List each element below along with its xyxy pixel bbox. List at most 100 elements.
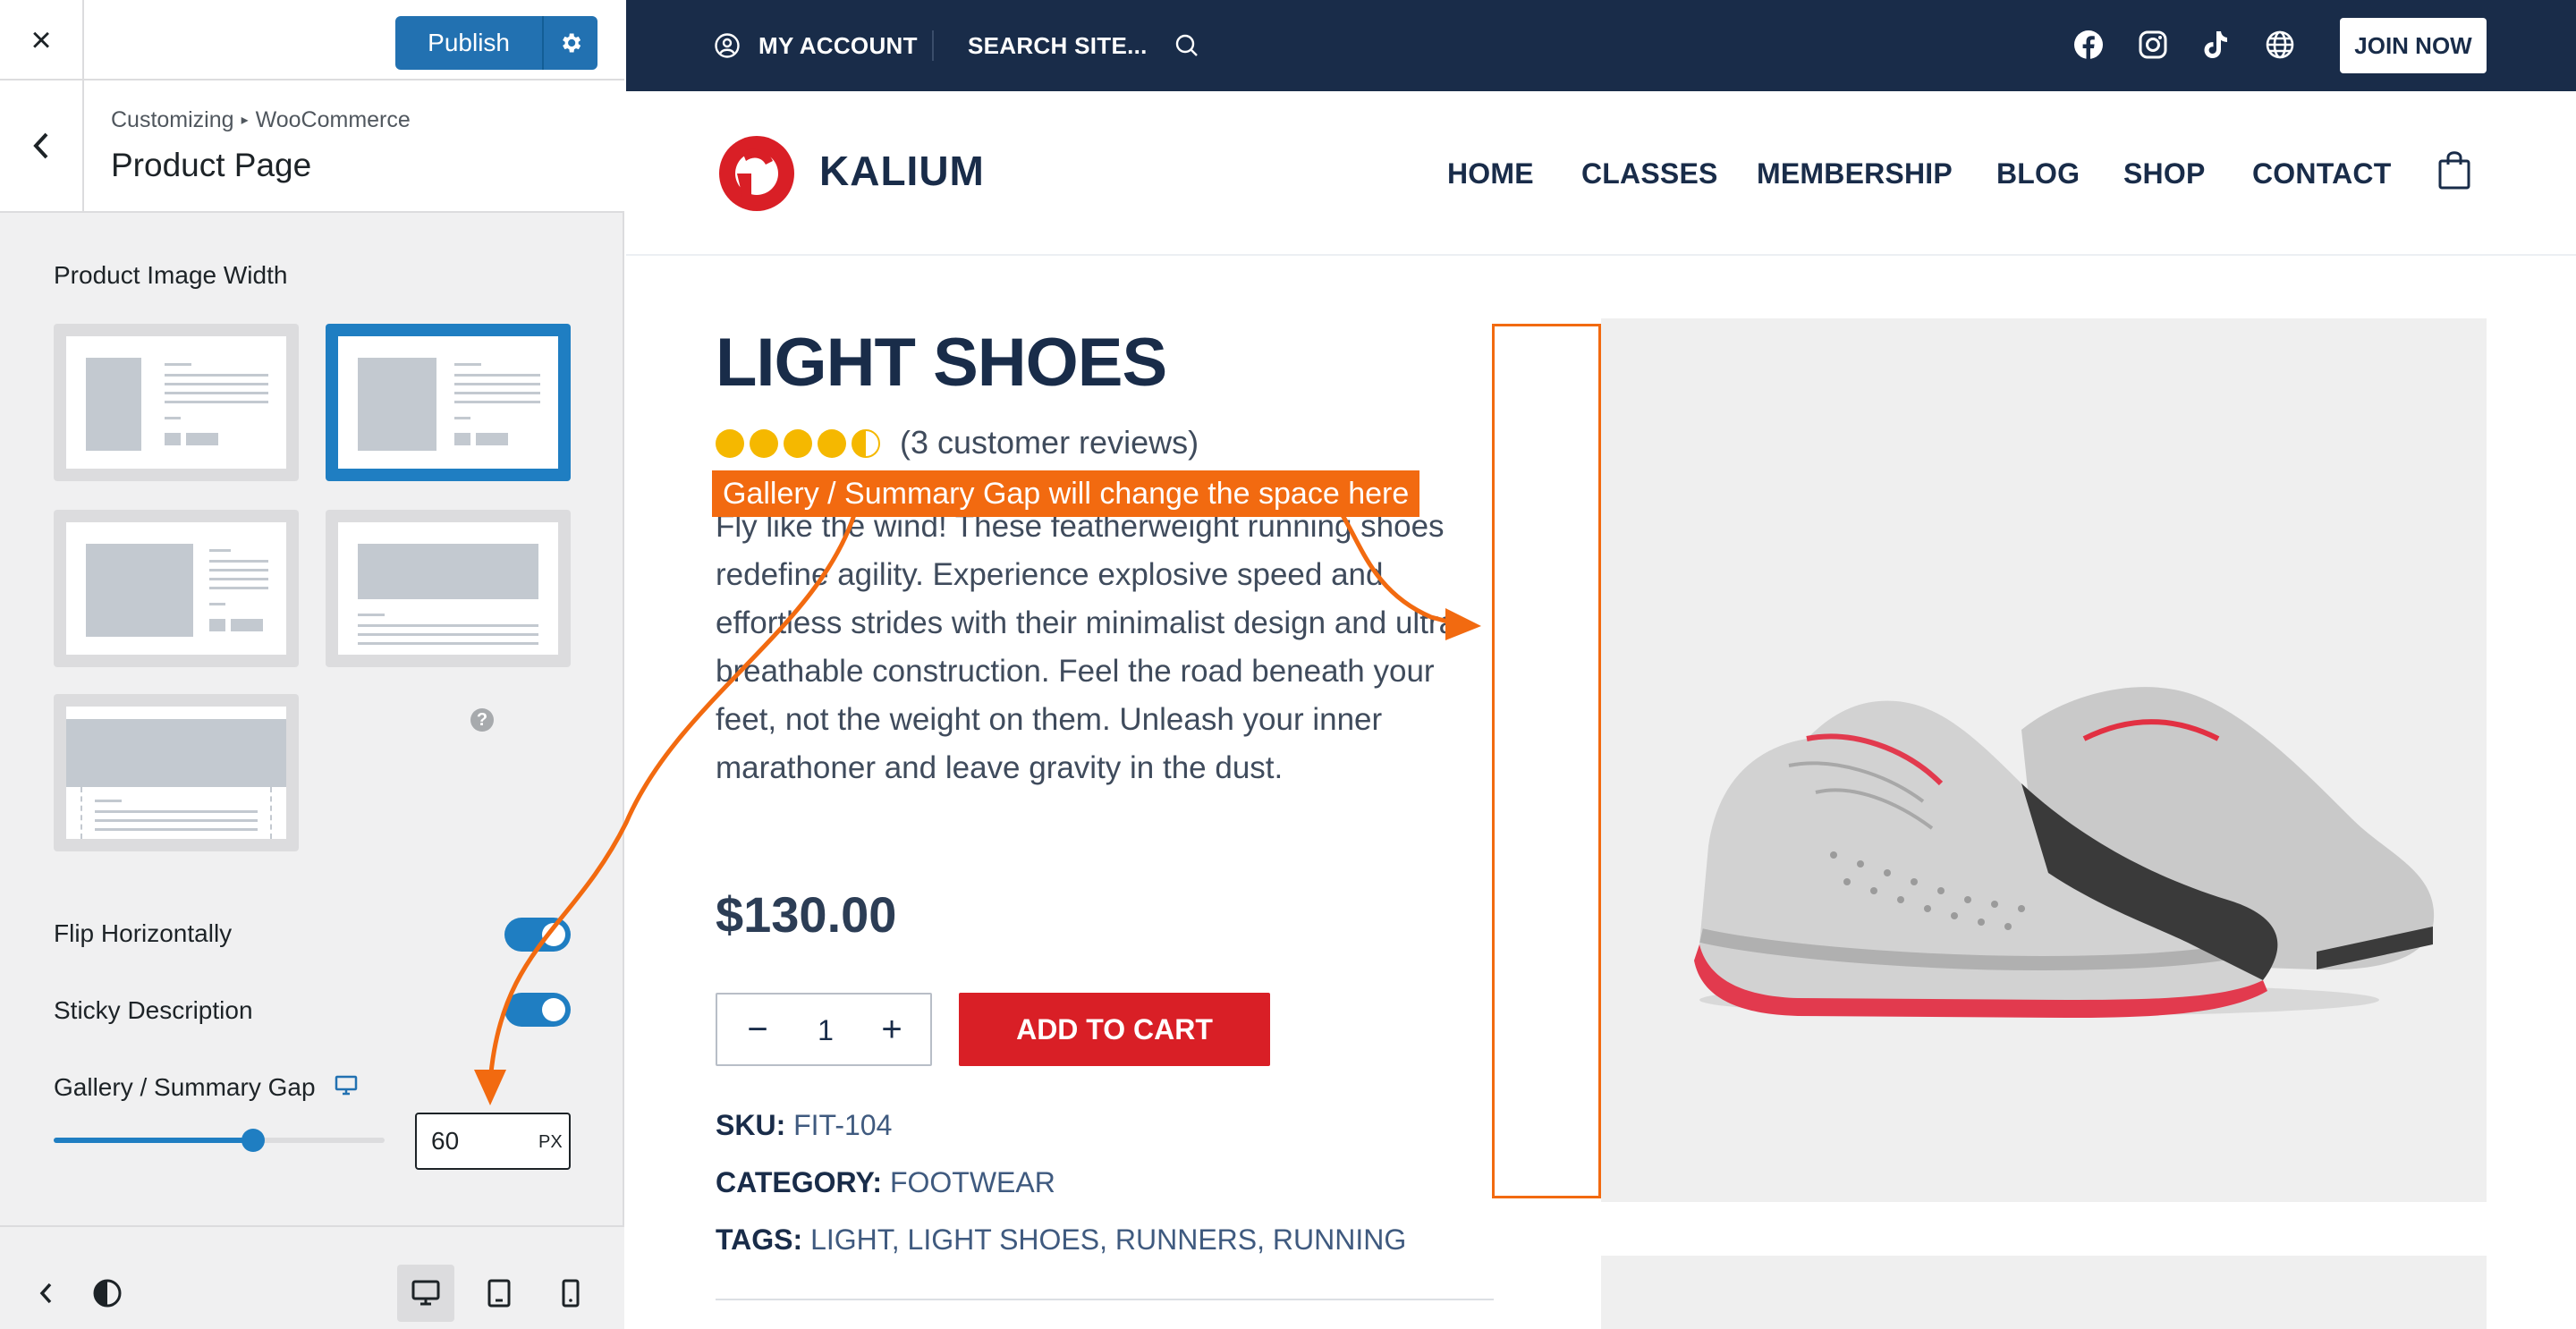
chevron-left-icon bbox=[33, 132, 48, 159]
star-icon bbox=[818, 429, 846, 458]
layout-option-2[interactable] bbox=[326, 324, 571, 481]
gap-slider-track[interactable] bbox=[54, 1138, 385, 1143]
join-now-button[interactable]: JOIN NOW bbox=[2340, 18, 2487, 73]
quantity-input[interactable]: 1 bbox=[789, 1014, 862, 1047]
top-bar: MY ACCOUNT SEARCH SITE... JOIN NOW bbox=[626, 0, 2576, 91]
running-shoe-image bbox=[1694, 687, 2435, 1018]
layout-preview bbox=[66, 336, 286, 469]
quantity-decrease-button[interactable]: − bbox=[735, 1007, 780, 1052]
site-header: KALIUM HOME CLASSES MEMBERSHIP BLOG SHOP… bbox=[626, 91, 2576, 256]
product-gallery-image[interactable] bbox=[1601, 318, 2487, 1202]
chevron-left-icon bbox=[39, 1282, 52, 1304]
tags-links[interactable]: LIGHT, LIGHT SHOES, RUNNERS, RUNNING bbox=[810, 1223, 1406, 1256]
breadcrumb: Customizing ▸ WooCommerce bbox=[111, 107, 411, 133]
star-icon bbox=[716, 429, 744, 458]
customizer-footer bbox=[0, 1225, 624, 1329]
category-link[interactable]: FOOTWEAR bbox=[890, 1166, 1055, 1198]
flip-horizontally-label: Flip Horizontally bbox=[54, 919, 233, 947]
site-logo-text[interactable]: KALIUM bbox=[819, 147, 985, 195]
category-label: CATEGORY: bbox=[716, 1166, 883, 1198]
tiktok-icon[interactable] bbox=[2202, 30, 2229, 60]
tags-row: TAGS: LIGHT, LIGHT SHOES, RUNNERS, RUNNI… bbox=[716, 1223, 1406, 1257]
half-star-icon bbox=[852, 429, 880, 458]
gap-unit-label: PX bbox=[538, 1132, 563, 1152]
product-gallery-thumbnail[interactable] bbox=[1601, 1256, 2487, 1329]
search-icon[interactable] bbox=[1174, 32, 1200, 59]
quantity-stepper: − 1 + bbox=[716, 993, 932, 1066]
nav-shop[interactable]: SHOP bbox=[2123, 157, 2206, 190]
topbar-divider bbox=[932, 30, 934, 61]
preview-desktop-button[interactable] bbox=[397, 1265, 454, 1322]
gap-slider-thumb[interactable] bbox=[242, 1129, 265, 1152]
gallery-summary-gap-label: Gallery / Summary Gap bbox=[54, 1073, 316, 1101]
my-account-link[interactable]: MY ACCOUNT bbox=[758, 32, 918, 60]
layout-preview bbox=[66, 522, 286, 655]
customizer-panel: × Publish Customizing ▸ WooCommerce Produc… bbox=[0, 0, 624, 1329]
contrast-icon bbox=[93, 1279, 122, 1308]
breadcrumb-separator: ▸ bbox=[241, 113, 249, 128]
globe-icon[interactable] bbox=[2265, 30, 2295, 60]
preview-mobile-button[interactable] bbox=[542, 1265, 599, 1322]
product-description: Fly like the wind! These featherweight r… bbox=[716, 509, 1467, 785]
reviews-link[interactable]: (3 customer reviews) bbox=[900, 424, 1199, 461]
preview-tablet-button[interactable] bbox=[470, 1265, 528, 1322]
sku-label: SKU: bbox=[716, 1109, 786, 1141]
help-icon[interactable]: ? bbox=[470, 708, 494, 732]
publish-button[interactable]: Publish bbox=[395, 16, 542, 70]
quantity-increase-button[interactable]: + bbox=[869, 1007, 914, 1052]
gap-highlight-box bbox=[1492, 324, 1601, 1198]
star-icon bbox=[750, 429, 778, 458]
layout-option-1[interactable] bbox=[54, 324, 299, 481]
layout-preview bbox=[338, 336, 558, 469]
sku-value: FIT-104 bbox=[793, 1109, 893, 1141]
panel-title: Product Page bbox=[111, 147, 312, 183]
desktop-responsive-icon[interactable] bbox=[335, 1075, 358, 1096]
category-row: CATEGORY: FOOTWEAR bbox=[716, 1166, 1055, 1199]
tags-label: TAGS: bbox=[716, 1223, 803, 1256]
add-to-cart-button[interactable]: ADD TO CART bbox=[959, 993, 1270, 1066]
sku-row: SKU: FIT-104 bbox=[716, 1109, 892, 1142]
customizer-header: × Publish bbox=[0, 0, 624, 80]
star-rating bbox=[716, 429, 880, 458]
back-button[interactable] bbox=[0, 80, 84, 211]
divider bbox=[716, 1299, 1494, 1300]
nav-blog[interactable]: BLOG bbox=[1996, 157, 2080, 190]
nav-contact[interactable]: CONTACT bbox=[2252, 157, 2391, 190]
mobile-icon bbox=[562, 1279, 580, 1308]
toggle-knob bbox=[542, 923, 565, 946]
nav-classes[interactable]: CLASSES bbox=[1581, 157, 1718, 190]
close-customizer-button[interactable]: × bbox=[0, 0, 84, 80]
layout-preview bbox=[66, 707, 286, 839]
product-title: LIGHT SHOES bbox=[716, 325, 1167, 401]
section-header: Customizing ▸ WooCommerce Product Page bbox=[0, 80, 624, 213]
gap-slider-fill bbox=[54, 1138, 252, 1143]
desktop-icon bbox=[411, 1280, 440, 1306]
layout-preview bbox=[338, 522, 558, 655]
user-circle-icon bbox=[715, 33, 740, 58]
layout-option-3[interactable] bbox=[54, 510, 299, 667]
panel-controls: Product Image Width Flip Horizontally ? … bbox=[0, 215, 624, 1225]
star-icon bbox=[784, 429, 812, 458]
breadcrumb-root: Customizing bbox=[111, 107, 234, 132]
facebook-icon[interactable] bbox=[2073, 30, 2104, 60]
annotation-callout: Gallery / Summary Gap will change the sp… bbox=[712, 470, 1420, 517]
close-icon: × bbox=[30, 20, 52, 60]
publish-group: Publish bbox=[395, 16, 597, 70]
nav-home[interactable]: HOME bbox=[1447, 157, 1534, 190]
flip-horizontally-toggle[interactable] bbox=[504, 918, 571, 952]
layout-option-5[interactable] bbox=[54, 694, 299, 851]
sticky-description-toggle[interactable] bbox=[504, 993, 571, 1027]
collapse-sidebar-button[interactable] bbox=[18, 1265, 75, 1322]
shopping-bag-icon[interactable] bbox=[2436, 148, 2472, 191]
contrast-toggle-button[interactable] bbox=[79, 1265, 136, 1322]
layout-option-4[interactable] bbox=[326, 510, 571, 667]
logo-icon[interactable] bbox=[716, 134, 798, 213]
tablet-icon bbox=[487, 1279, 511, 1308]
publish-settings-button[interactable] bbox=[542, 16, 597, 70]
product-image-width-label: Product Image Width bbox=[54, 261, 288, 289]
instagram-icon[interactable] bbox=[2138, 30, 2168, 60]
breadcrumb-section: WooCommerce bbox=[255, 107, 411, 132]
sticky-description-label: Sticky Description bbox=[54, 996, 253, 1024]
search-site-link[interactable]: SEARCH SITE... bbox=[968, 32, 1148, 60]
nav-membership[interactable]: MEMBERSHIP bbox=[1757, 157, 1953, 190]
